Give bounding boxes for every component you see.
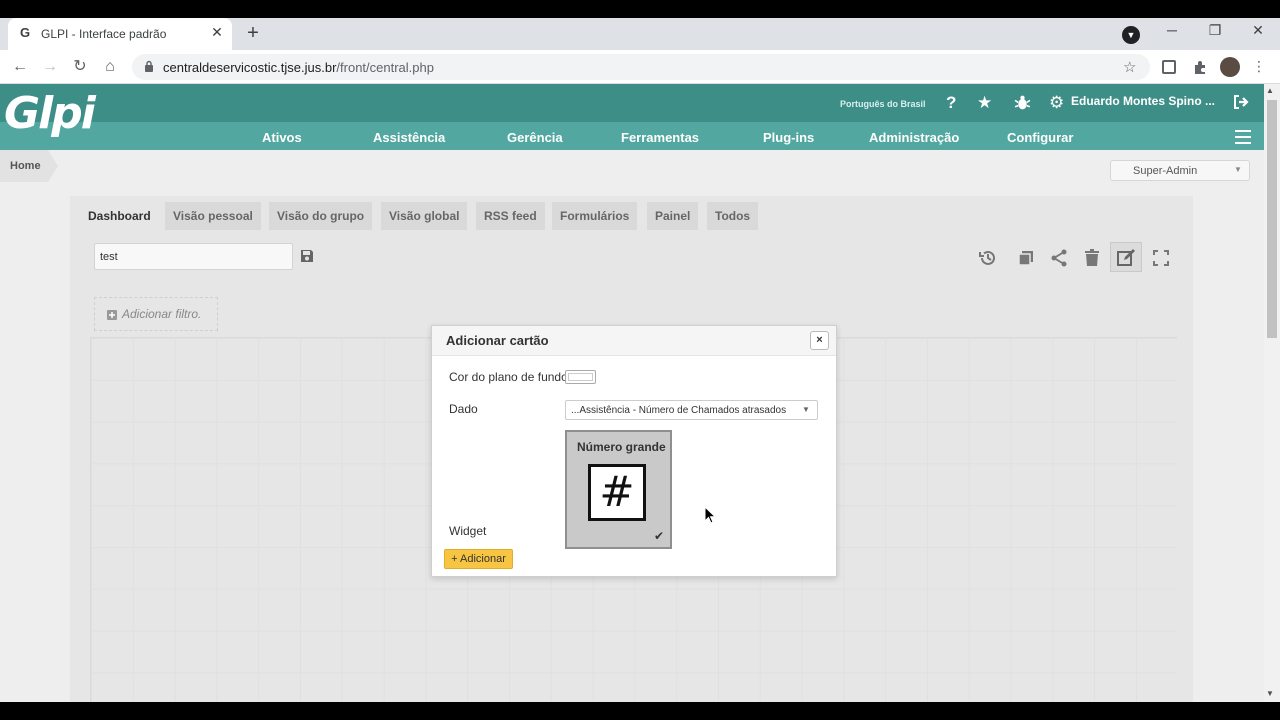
menu-configurar[interactable]: Configurar xyxy=(1007,130,1073,145)
profile-select-value: Super-Admin xyxy=(1133,165,1198,177)
home-icon[interactable]: ⌂ xyxy=(99,56,121,78)
menu-administracao[interactable]: Administração xyxy=(869,130,959,145)
tab-visao-global[interactable]: Visão global xyxy=(381,202,468,230)
back-icon[interactable]: ← xyxy=(9,56,31,78)
menu-gerencia[interactable]: Gerência xyxy=(507,130,563,145)
url-text[interactable]: centraldeservicostic.tjse.jus.br/front/c… xyxy=(163,60,434,75)
hamburger-menu-icon[interactable] xyxy=(1235,130,1251,144)
save-icon[interactable] xyxy=(300,249,314,263)
menu-assistencia[interactable]: Assistência xyxy=(373,130,445,145)
tab-visao-do-grupo[interactable]: Visão do grupo xyxy=(269,202,373,230)
extensions-puzzle-icon[interactable] xyxy=(1191,58,1209,76)
menu-plugins[interactable]: Plug-ins xyxy=(763,130,814,145)
bookmark-star-icon[interactable]: ☆ xyxy=(1123,58,1136,76)
tab-dashboard[interactable]: Dashboard xyxy=(80,202,159,230)
tab-formularios[interactable]: Formulários xyxy=(552,202,638,230)
edit-icon xyxy=(1117,249,1135,266)
restore-icon[interactable]: ❐ xyxy=(1203,22,1227,42)
add-card-button[interactable]: + Adicionar xyxy=(444,549,513,569)
data-select-value: ...Assistência - Número de Chamados atra… xyxy=(571,405,787,416)
fullscreen-icon[interactable] xyxy=(1151,248,1171,268)
plus-square-icon xyxy=(107,310,117,320)
menu-ferramentas[interactable]: Ferramentas xyxy=(621,130,699,145)
widget-label: Widget xyxy=(449,524,487,538)
glpi-favicon-icon: G xyxy=(20,25,31,40)
chrome-menu-icon[interactable]: ⋮ xyxy=(1252,58,1266,76)
bg-color-picker[interactable] xyxy=(565,370,596,384)
minimize-icon[interactable]: ─ xyxy=(1160,22,1184,42)
tab-rss-feed[interactable]: RSS feed xyxy=(476,202,545,230)
dialog-title: Adicionar cartão xyxy=(446,333,549,348)
language-selector[interactable]: Português do Brasil xyxy=(840,99,926,109)
bg-color-label: Cor do plano de fundo xyxy=(449,370,568,384)
profile-avatar[interactable] xyxy=(1220,57,1240,77)
menu-ativos[interactable]: Ativos xyxy=(262,130,302,145)
chrome-profile-menu-icon[interactable]: ▼ xyxy=(1122,26,1140,44)
share-icon[interactable] xyxy=(1049,248,1069,268)
new-tab-icon[interactable]: + xyxy=(242,22,264,44)
widget-option-title: Número grande xyxy=(577,440,666,454)
reload-icon[interactable]: ↻ xyxy=(69,56,91,78)
checkmark-icon: ✔ xyxy=(654,529,665,543)
mouse-cursor-icon xyxy=(704,506,716,524)
debug-bug-icon[interactable] xyxy=(1014,94,1031,111)
extension-icon[interactable] xyxy=(1160,58,1178,76)
preferences-gear-icon[interactable]: ⚙ xyxy=(1049,93,1064,113)
breadcrumb-arrow xyxy=(48,150,58,182)
add-filter-label: Adicionar filtro. xyxy=(122,307,202,321)
dialog-close-button[interactable]: × xyxy=(810,331,829,350)
history-icon[interactable] xyxy=(978,248,998,268)
user-name[interactable]: Eduardo Montes Spino ... xyxy=(1071,94,1215,108)
glpi-logo[interactable]: Glpi xyxy=(4,92,96,136)
tab-painel[interactable]: Painel xyxy=(647,202,699,230)
window-close-icon[interactable]: ✕ xyxy=(1246,22,1270,42)
chevron-down-icon: ▼ xyxy=(802,405,810,414)
data-label: Dado xyxy=(449,402,478,416)
forward-icon[interactable]: → xyxy=(39,56,61,78)
bottom-border xyxy=(0,702,1280,720)
scroll-down-icon[interactable]: ▼ xyxy=(1266,689,1274,698)
tab-visao-pessoal[interactable]: Visão pessoal xyxy=(165,202,261,230)
top-border xyxy=(0,0,1280,18)
breadcrumb-home[interactable]: Home xyxy=(10,160,41,172)
hash-icon: # xyxy=(588,464,646,521)
lock-icon xyxy=(145,60,153,72)
chevron-down-icon: ▼ xyxy=(1234,165,1242,174)
scrollbar-thumb[interactable] xyxy=(1267,100,1277,338)
logout-icon[interactable] xyxy=(1233,94,1250,110)
clone-icon[interactable] xyxy=(1016,248,1036,268)
help-icon[interactable]: ? xyxy=(946,93,956,113)
favorites-star-icon[interactable]: ★ xyxy=(977,93,992,113)
dashboard-name-input[interactable] xyxy=(94,243,293,270)
tab-title: GLPI - Interface padrão xyxy=(41,27,167,41)
tab-close-icon[interactable]: ✕ xyxy=(209,24,225,42)
tab-todos[interactable]: Todos xyxy=(707,202,759,230)
scroll-up-icon[interactable]: ▲ xyxy=(1266,86,1274,95)
trash-icon[interactable] xyxy=(1082,248,1102,268)
